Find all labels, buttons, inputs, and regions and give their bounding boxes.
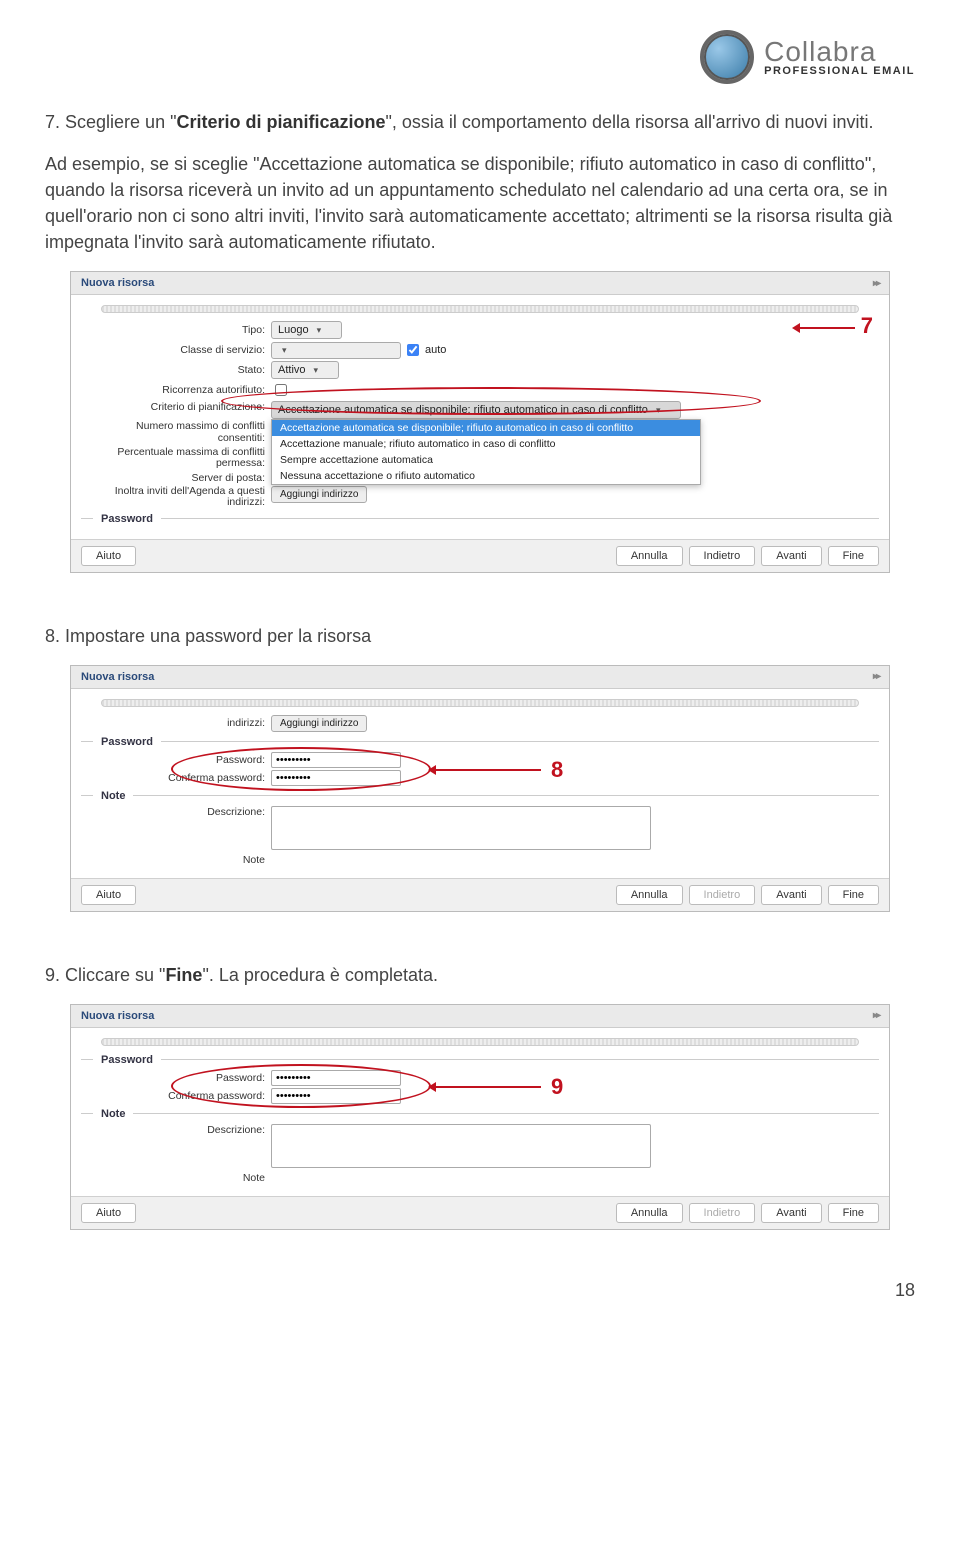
label-server: Server di posta:: [81, 472, 271, 484]
brand-header: Collabra PROFESSIONAL EMAIL: [45, 30, 915, 84]
label-criterio: Criterio di pianificazione:: [81, 401, 271, 413]
aiuto-button-2[interactable]: Aiuto: [81, 885, 136, 905]
section-8-paragraph: 8. Impostare una password per la risorsa: [45, 623, 915, 649]
label-descrizione-3: Descrizione:: [81, 1124, 271, 1136]
s7-num: 7.: [45, 112, 65, 132]
ricorrenza-checkbox[interactable]: [275, 384, 287, 396]
auto-label: auto: [422, 344, 446, 356]
avanti-button-2[interactable]: Avanti: [761, 885, 821, 905]
logo-icon: [700, 30, 754, 84]
s7-term: Criterio di pianificazione: [176, 112, 385, 132]
collapse-icon[interactable]: ▸▸: [873, 671, 879, 682]
indietro-button[interactable]: Indietro: [689, 546, 756, 566]
logo-text: Collabra PROFESSIONAL EMAIL: [764, 38, 915, 77]
dialog-footer-2: Aiuto Annulla Indietro Avanti Fine: [71, 878, 889, 911]
dialog-title-bar: Nuova risorsa ▸▸: [71, 272, 889, 295]
screenshot-1: Nuova risorsa ▸▸ Tipo: Luogo Classe di s…: [70, 271, 890, 572]
classe-select[interactable]: [271, 342, 401, 359]
aiuto-button-3[interactable]: Aiuto: [81, 1203, 136, 1223]
dialog-title: Nuova risorsa: [81, 277, 154, 289]
note-group-header: Note: [81, 790, 879, 802]
indietro-button-2[interactable]: Indietro: [689, 885, 756, 905]
label-ricorrenza: Ricorrenza autorifiuto:: [81, 384, 271, 396]
aggiungi-indirizzo-button-2[interactable]: Aggiungi indirizzo: [271, 715, 367, 732]
label-password: Password:: [81, 754, 271, 766]
aiuto-button[interactable]: Aiuto: [81, 546, 136, 566]
label-tipo: Tipo:: [81, 324, 271, 336]
dialog-body-3: Password Password: Conferma password: No…: [71, 1028, 889, 1196]
label-stato: Stato:: [81, 364, 271, 376]
callout-8: 8: [551, 757, 563, 783]
dropdown-option-3[interactable]: Nessuna accettazione o rifiuto automatic…: [272, 468, 700, 484]
descrizione-textarea-3[interactable]: [271, 1124, 651, 1168]
collapse-icon[interactable]: ▸▸: [873, 278, 879, 289]
arrow-9: [431, 1086, 541, 1088]
descrizione-textarea[interactable]: [271, 806, 651, 850]
avanti-button-3[interactable]: Avanti: [761, 1203, 821, 1223]
dialog-body: Tipo: Luogo Classe di servizio: auto Sta…: [71, 295, 889, 538]
password-input[interactable]: [271, 752, 401, 768]
criterio-dropdown[interactable]: Accettazione automatica se disponibile; …: [271, 419, 701, 485]
password-group-header-2: Password: [81, 736, 879, 748]
annulla-button-3[interactable]: Annulla: [616, 1203, 683, 1223]
confirm-password-input[interactable]: [271, 770, 401, 786]
label-note-3: Note: [81, 1172, 271, 1184]
fine-button-2[interactable]: Fine: [828, 885, 879, 905]
note-group-header-3: Note: [81, 1108, 879, 1120]
password-input-3[interactable]: [271, 1070, 401, 1086]
password-group-header-3: Password: [81, 1054, 879, 1066]
fine-button-3[interactable]: Fine: [828, 1203, 879, 1223]
password-group-header: Password: [81, 513, 879, 525]
dialog-body-2: indirizzi: Aggiungi indirizzo Password P…: [71, 689, 889, 878]
label-conferma-3: Conferma password:: [81, 1090, 271, 1102]
label-note: Note: [81, 854, 271, 866]
dialog-title-bar-2: Nuova risorsa ▸▸: [71, 666, 889, 689]
logo-brand: Collabra: [764, 38, 915, 66]
callout-9: 9: [551, 1074, 563, 1100]
annulla-button[interactable]: Annulla: [616, 546, 683, 566]
annulla-button-2[interactable]: Annulla: [616, 885, 683, 905]
section-9-paragraph: 9. Cliccare su "Fine". La procedura è co…: [45, 962, 915, 988]
criterio-select[interactable]: Accettazione automatica se disponibile; …: [271, 401, 681, 419]
page-number: 18: [45, 1280, 915, 1301]
logo-subtitle: PROFESSIONAL EMAIL: [764, 66, 915, 77]
indietro-button-3[interactable]: Indietro: [689, 1203, 756, 1223]
screenshot-2: Nuova risorsa ▸▸ indirizzi: Aggiungi ind…: [70, 665, 890, 912]
label-conferma: Conferma password:: [81, 772, 271, 784]
callout-7: 7: [861, 313, 873, 339]
collapse-icon[interactable]: ▸▸: [873, 1010, 879, 1021]
label-password-3: Password:: [81, 1072, 271, 1084]
screenshot-3: Nuova risorsa ▸▸ Password Password: Conf…: [70, 1004, 890, 1230]
label-indirizzi-2: indirizzi:: [81, 717, 271, 729]
fine-button[interactable]: Fine: [828, 546, 879, 566]
auto-checkbox[interactable]: [407, 344, 419, 356]
stato-select[interactable]: Attivo: [271, 361, 339, 379]
dropdown-option-2[interactable]: Sempre accettazione automatica: [272, 452, 700, 468]
dropdown-option-0[interactable]: Accettazione automatica se disponibile; …: [272, 420, 700, 436]
arrow-7: [795, 327, 855, 329]
label-classe: Classe di servizio:: [81, 344, 271, 356]
scrollbar-strip[interactable]: [101, 699, 859, 707]
section-7-paragraph: 7. Scegliere un "Criterio di pianificazi…: [45, 109, 915, 135]
tipo-select[interactable]: Luogo: [271, 321, 342, 339]
confirm-password-input-3[interactable]: [271, 1088, 401, 1104]
dialog-footer: Aiuto Annulla Indietro Avanti Fine: [71, 539, 889, 572]
dropdown-option-1[interactable]: Accettazione manuale; rifiuto automatico…: [272, 436, 700, 452]
dialog-title-bar-3: Nuova risorsa ▸▸: [71, 1005, 889, 1028]
section-7-body: Ad esempio, se si sceglie "Accettazione …: [45, 151, 915, 255]
dialog-footer-3: Aiuto Annulla Indietro Avanti Fine: [71, 1196, 889, 1229]
arrow-8: [431, 769, 541, 771]
aggiungi-indirizzo-button[interactable]: Aggiungi indirizzo: [271, 486, 367, 503]
scrollbar-strip[interactable]: [101, 305, 859, 313]
scrollbar-strip[interactable]: [101, 1038, 859, 1046]
avanti-button[interactable]: Avanti: [761, 546, 821, 566]
label-descrizione: Descrizione:: [81, 806, 271, 818]
